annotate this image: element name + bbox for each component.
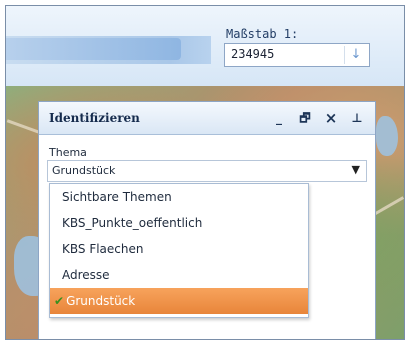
chevron-down-icon[interactable]: ▼ xyxy=(352,163,360,176)
down-arrow-icon[interactable]: ↓ xyxy=(344,46,367,64)
app-window: Maßstab 1: 234945 ↓ · Identifizieren _ 🗗… xyxy=(5,5,405,340)
scale-label: Maßstab 1: xyxy=(226,27,299,41)
thema-selected-value[interactable]: Grundstück xyxy=(52,164,115,177)
option-label: Adresse xyxy=(62,268,110,282)
option-label: Grundstück xyxy=(66,294,136,308)
dropdown-option-kbs-punkte[interactable]: KBS_Punkte_oeffentlich xyxy=(50,210,308,236)
panel-title: Identifizieren xyxy=(49,111,140,125)
dropdown-option-kbs-flaechen[interactable]: KBS Flaechen xyxy=(50,236,308,262)
checkmark-icon: ✔ xyxy=(54,294,65,308)
scale-input[interactable]: 234945 ↓ xyxy=(224,43,370,67)
dropdown-option-sichtbare-themen[interactable]: Sichtbare Themen xyxy=(50,184,308,210)
thema-dropdown-list: Sichtbare Themen KBS_Punkte_oeffentlich … xyxy=(49,183,309,318)
lake xyxy=(376,116,398,156)
option-label: KBS_Punkte_oeffentlich xyxy=(62,216,203,230)
identify-panel: Identifizieren _ 🗗 × ⊥ Thema Grundstück … xyxy=(38,101,376,339)
dropdown-option-grundstueck[interactable]: ✔ Grundstück xyxy=(50,288,308,314)
dropdown-option-adresse[interactable]: Adresse xyxy=(50,262,308,288)
panel-header: Identifizieren _ 🗗 × ⊥ xyxy=(39,102,375,135)
thema-label: Thema xyxy=(49,146,87,159)
thema-select[interactable]: Grundstück ▼ xyxy=(47,160,367,182)
toolbar: Maßstab 1: 234945 ↓ xyxy=(6,6,404,86)
toolbar-strip-highlight xyxy=(6,38,181,60)
close-icon[interactable]: × xyxy=(321,109,341,127)
option-label: KBS Flaechen xyxy=(62,242,144,256)
scale-value[interactable]: 234945 xyxy=(231,47,274,61)
restore-icon[interactable]: 🗗 xyxy=(295,109,315,127)
option-label: Sichtbare Themen xyxy=(62,190,172,204)
minimize-icon[interactable]: _ xyxy=(269,109,289,127)
pin-icon[interactable]: ⊥ xyxy=(347,109,367,127)
